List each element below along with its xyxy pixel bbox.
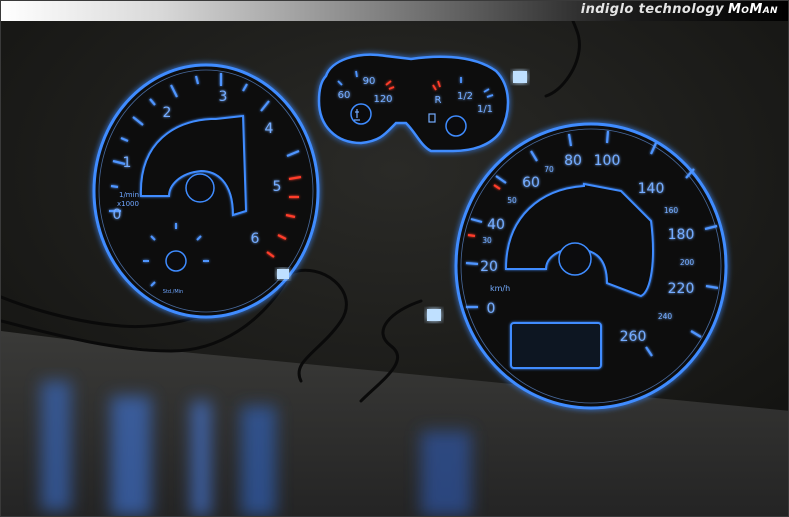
title-banner: indiglo technology MoMan [1, 1, 788, 21]
speed-label-140: 140 [638, 181, 665, 197]
tach-label-6: 6 [251, 231, 260, 247]
banner-caption: indiglo technology MoMan [581, 2, 778, 17]
speed-label-60: 60 [522, 175, 540, 191]
temp-label-90: 90 [363, 76, 376, 87]
photo-scene: 0 1 2 3 4 5 6 1/min x1000 Std./Min 60 90… [1, 19, 788, 516]
speed-label-200: 200 [680, 258, 695, 267]
fuel-label-full: 1/1 [477, 104, 493, 115]
speed-label-240: 240 [658, 312, 673, 321]
clock-label: Std./Min [163, 289, 183, 295]
speed-label-20: 20 [480, 259, 498, 275]
speed-label-260: 260 [620, 329, 647, 345]
speed-label-0: 0 [487, 301, 496, 317]
gauge-cluster-photo: 0 1 2 3 4 5 6 1/min x1000 Std./Min 60 90… [1, 19, 788, 516]
speed-label-70: 70 [544, 165, 554, 174]
banner-brand: MoMan [727, 2, 778, 17]
tach-label-0: 0 [113, 207, 122, 223]
speed-label-40: 40 [487, 217, 505, 233]
photo-frame: indiglo technology MoMan 0 1 2 3 4 5 6 1… [0, 0, 789, 517]
tach-unit-line2: x1000 [117, 200, 139, 208]
tach-label-4: 4 [265, 121, 274, 137]
speed-label-50: 50 [507, 196, 517, 205]
speed-label-30: 30 [482, 236, 492, 245]
fuel-label-half: 1/2 [457, 91, 473, 102]
temp-label-120: 120 [373, 94, 392, 105]
speed-label-220: 220 [668, 281, 695, 297]
tach-label-2: 2 [163, 105, 172, 121]
tach-label-5: 5 [273, 179, 282, 195]
odometer-lcd [510, 322, 602, 369]
speed-label-160: 160 [664, 206, 679, 215]
speed-label-80: 80 [564, 153, 582, 169]
speed-unit: km/h [490, 284, 510, 293]
tach-label-1: 1 [123, 155, 132, 171]
tach-unit-line1: 1/min [119, 191, 139, 199]
tachometer: 0 1 2 3 4 5 6 1/min x1000 Std./Min [92, 63, 320, 319]
fuel-label-r: R [435, 95, 442, 106]
temp-label-60: 60 [338, 90, 351, 101]
speed-label-180: 180 [668, 227, 695, 243]
speed-label-100: 100 [594, 153, 621, 169]
tach-label-3: 3 [219, 89, 228, 105]
banner-tagline: indiglo technology [580, 2, 724, 17]
